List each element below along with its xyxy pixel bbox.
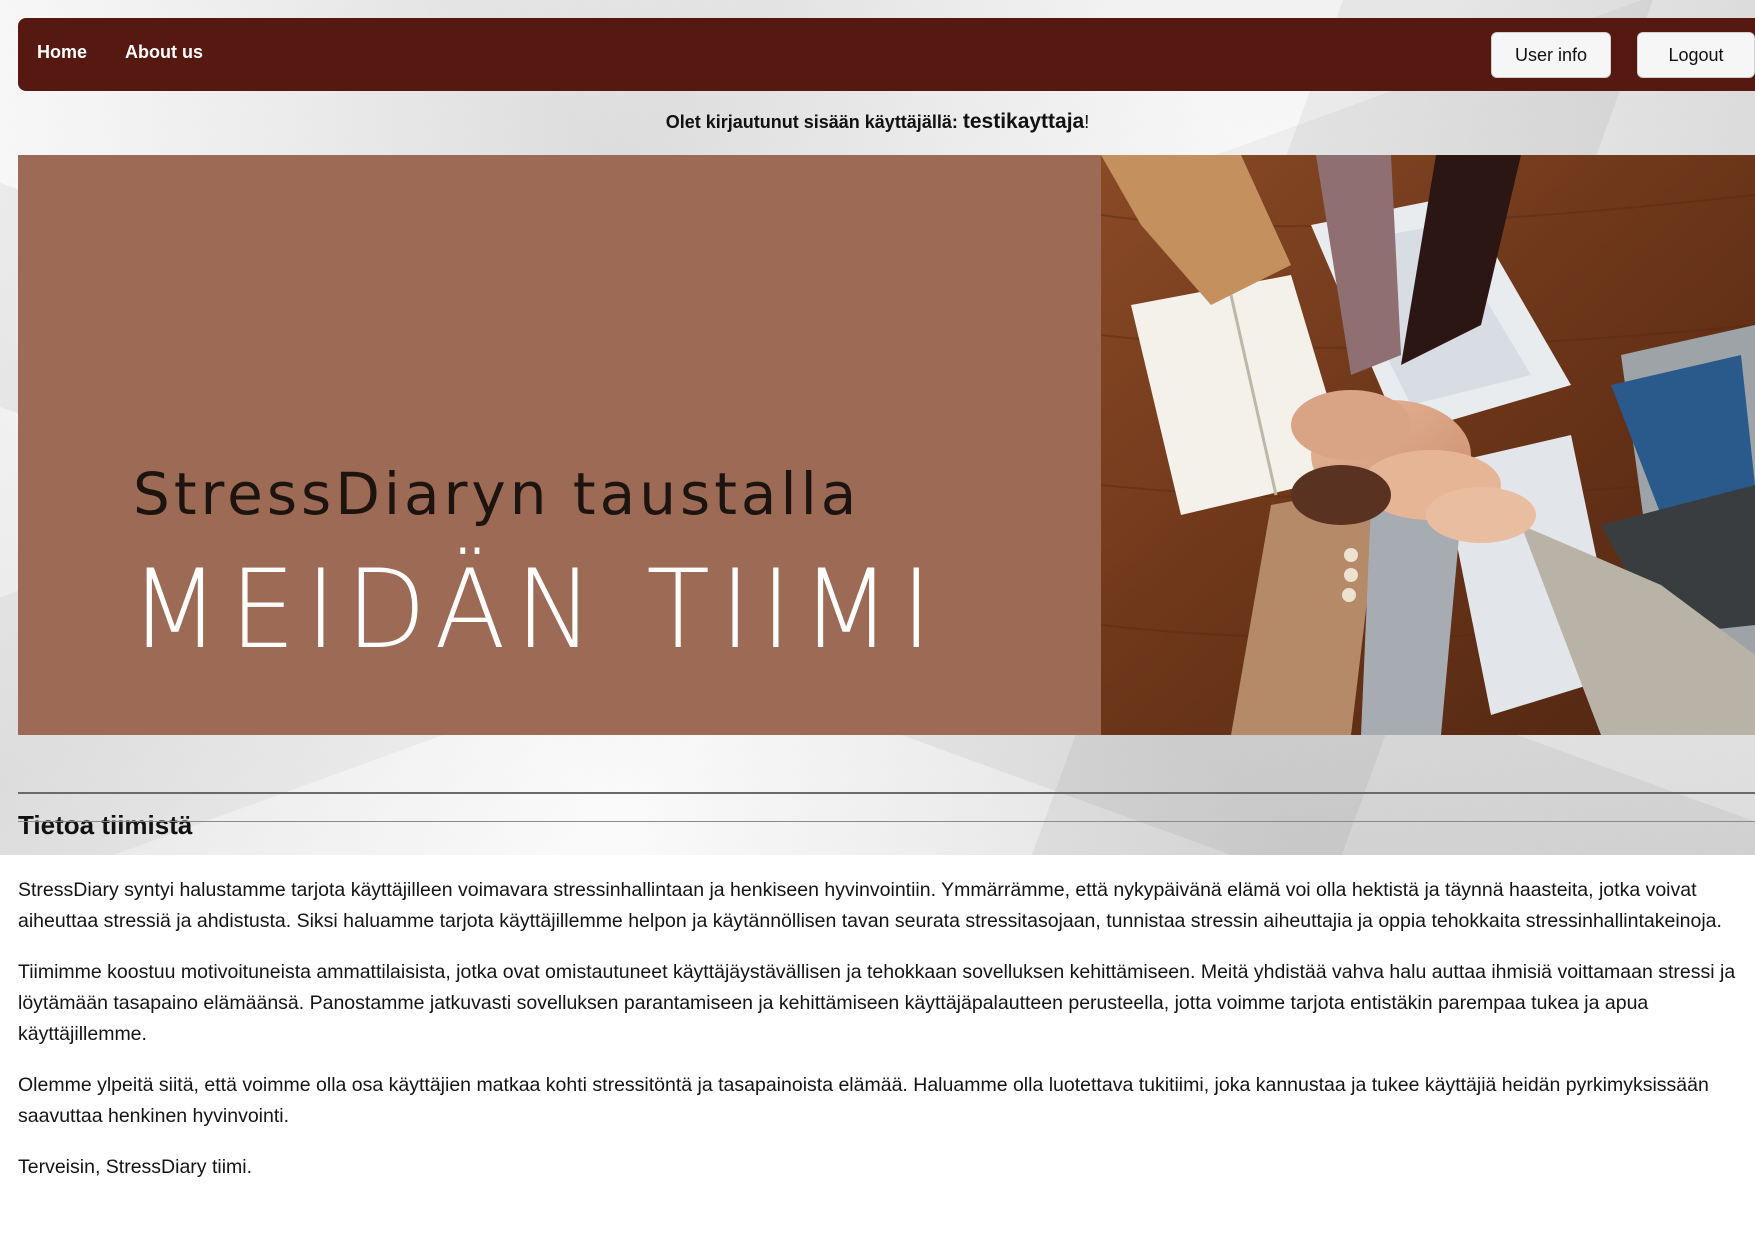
section-divider-bottom (18, 821, 1755, 822)
top-navbar: Home About us User info Logout (18, 18, 1755, 91)
about-paragraph: StressDiary syntyi halustamme tarjota kä… (18, 879, 1722, 932)
login-status-suffix: ! (1084, 112, 1090, 132)
login-username: testikayttaja (962, 110, 1085, 133)
hero-title: MEIDÄN TIIMI (130, 545, 942, 674)
user-info-button[interactable]: User info (1491, 32, 1611, 78)
team-hands-photo (1101, 155, 1755, 735)
nav-about-link[interactable]: About us (125, 42, 203, 63)
signature-text: Terveisin, StressDiary tiimi. (18, 1156, 253, 1178)
hero-banner: StressDiaryn taustalla MEIDÄN TIIMI (18, 155, 1755, 735)
section-title: Tietoa tiimistä (18, 810, 193, 840)
team-hands-illustration (1101, 155, 1755, 735)
hero-subtitle: StressDiaryn taustalla (133, 460, 861, 528)
nav-home-link[interactable]: Home (37, 42, 87, 63)
about-paragraph: Tiimimme koostuu motivoituneista ammatti… (18, 961, 1736, 1045)
about-content: StressDiary syntyi halustamme tarjota kä… (18, 875, 1738, 1203)
login-status-prefix: Olet kirjautunut sisään käyttäjällä: (665, 112, 963, 132)
login-status-text: Olet kirjautunut sisään käyttäjällä: tes… (0, 110, 1755, 134)
section-divider-top (18, 792, 1755, 794)
logout-button[interactable]: Logout (1637, 32, 1755, 78)
hero-text-panel: StressDiaryn taustalla MEIDÄN TIIMI (18, 155, 1101, 735)
about-paragraph: Olemme ylpeitä siitä, että voimme olla o… (18, 1074, 1709, 1127)
